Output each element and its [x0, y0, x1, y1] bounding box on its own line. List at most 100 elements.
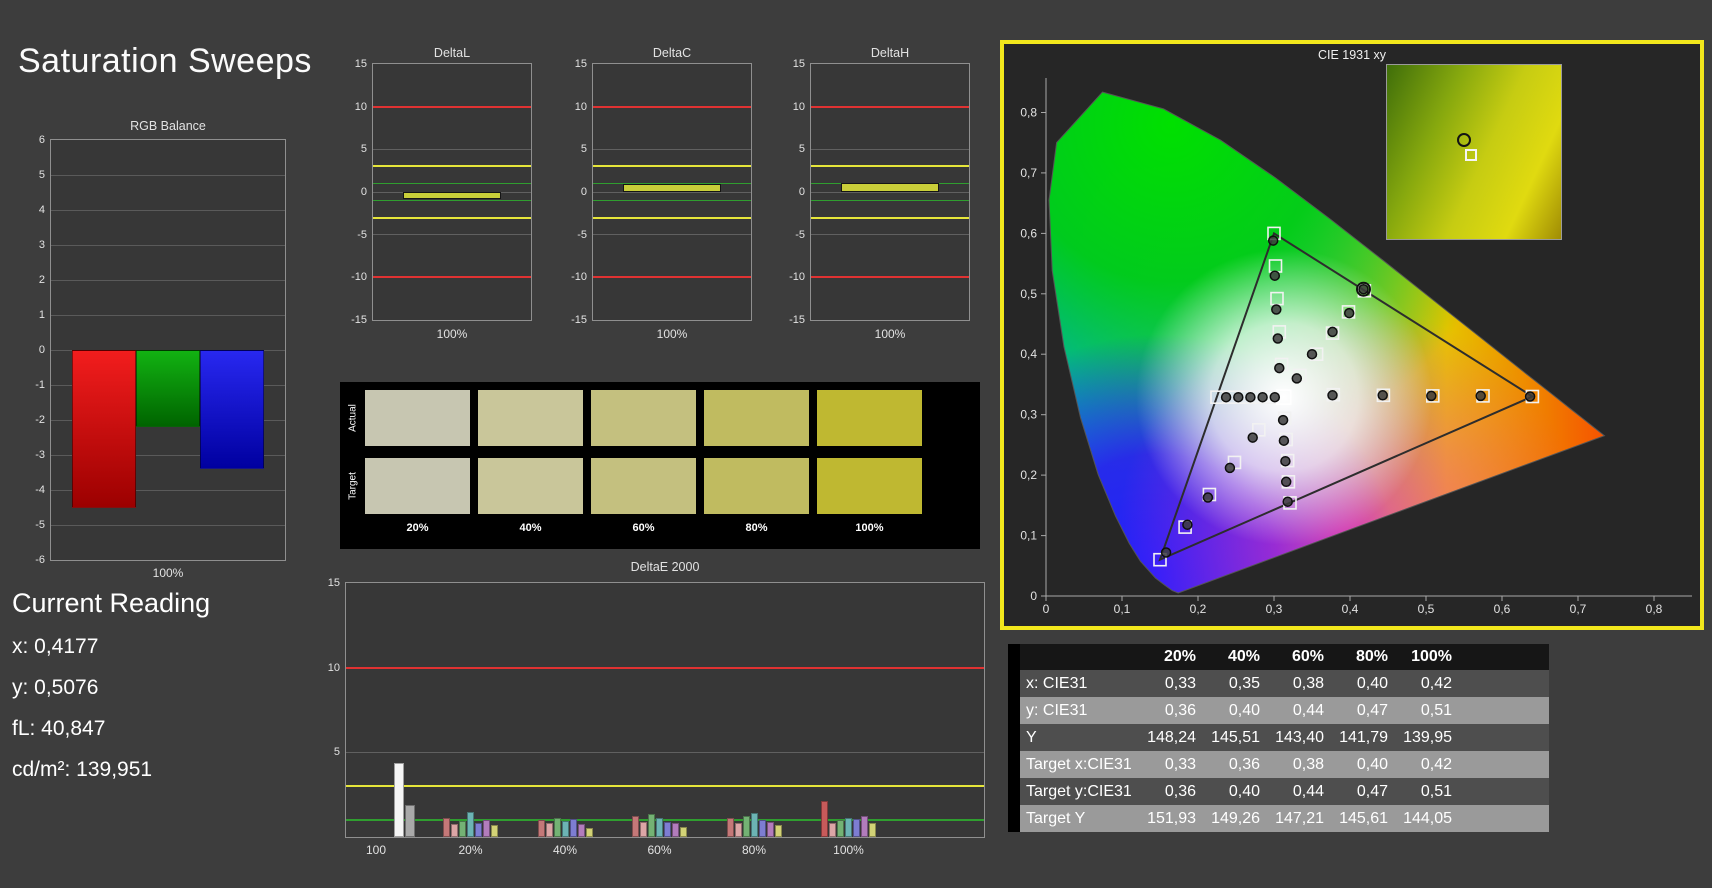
cie-y-tick: 0,4 — [1020, 347, 1037, 361]
table-cell: 148,24 — [1147, 729, 1196, 746]
gridline — [51, 524, 285, 526]
deltae-bar — [545, 822, 553, 837]
delta-h-plot: 15 10 5 0 -5 -10 -15 — [789, 58, 970, 326]
table-header-cell: 100% — [1411, 648, 1452, 665]
gridline — [373, 234, 531, 236]
deltae-bar — [632, 815, 639, 837]
y-tick-label: 15 — [354, 58, 367, 70]
measured-point — [1220, 391, 1232, 403]
row-label: Target Y — [1026, 810, 1086, 827]
swatch-actual-100% — [817, 390, 922, 446]
swatch-col-label: 60% — [632, 522, 655, 534]
limit-green — [811, 200, 969, 202]
cie-x-tick: 0,1 — [1114, 602, 1131, 616]
rgb-balance-xlabel: 100% — [152, 566, 184, 580]
delta-h-xlabel: 100% — [874, 327, 906, 341]
table-row: x: CIE31 0,33 0,35 0,38 0,40 0,42 — [1008, 670, 1549, 697]
measured-point — [1245, 391, 1256, 403]
color-swatch-panel: Actual Target 20% 40% 60% 80% 100% — [340, 382, 980, 549]
row-indicator — [1008, 778, 1020, 805]
cie-horseshoe — [1049, 92, 1605, 593]
row-indicator — [1008, 724, 1020, 751]
deltae-bar — [585, 827, 593, 837]
x-tick-label: 20% — [458, 843, 483, 857]
deltae-bar — [537, 820, 545, 837]
measured-point — [1182, 519, 1193, 530]
deltae-bar — [837, 820, 844, 837]
y-tick-label: 10 — [327, 661, 340, 674]
table-cell: 145,61 — [1339, 810, 1388, 827]
table-cell: 0,40 — [1356, 675, 1388, 692]
swatch-row-label: Target — [347, 472, 359, 500]
limit-yellow — [346, 785, 984, 788]
deltae-bar — [750, 813, 758, 837]
measured-point — [1524, 391, 1536, 402]
deltae-bar — [869, 822, 876, 837]
table-row: Target x:CIE31 0,33 0,36 0,38 0,40 0,42 — [1008, 751, 1549, 778]
table-cell: 149,26 — [1211, 810, 1260, 827]
table-row: Target y:CIE31 0,36 0,40 0,44 0,47 0,51 — [1008, 778, 1549, 805]
deltae-bar — [475, 823, 482, 837]
swatch-target-100% — [817, 458, 922, 514]
cie-1931-chart: CIE 1931 xy 0 0,1 0,2 0,3 0,4 0,5 0,6 0,7 0,8 0 0,… — [1000, 40, 1704, 630]
current-reading-x: x: 0,4177 — [12, 635, 99, 658]
delta-l-xlabel: 100% — [436, 327, 468, 341]
limit-yellow — [593, 165, 751, 168]
x-tick-label: 80% — [741, 843, 767, 857]
current-reading-y: y: 0,5076 — [12, 676, 99, 699]
swatch-col-label: 40% — [519, 522, 542, 534]
measured-point — [1343, 307, 1355, 319]
gridline — [811, 234, 969, 236]
measured-point — [1475, 390, 1486, 402]
y-tick-label: -10 — [571, 271, 587, 284]
gridline — [593, 234, 751, 236]
table-cell: 0,42 — [1420, 756, 1452, 773]
swatch-actual-20% — [365, 390, 470, 446]
row-indicator — [1008, 697, 1020, 724]
table-cell: 0,51 — [1420, 702, 1452, 719]
delta-c-chart: DeltaC 15 10 5 0 -5 -10 -15 100% — [568, 46, 752, 346]
measured-point — [1358, 283, 1369, 295]
gridline — [373, 148, 531, 150]
y-tick-label: 5 — [580, 143, 587, 156]
cie-x-tick: 0,8 — [1646, 602, 1663, 616]
table-header-cell: 60% — [1291, 648, 1324, 665]
deltae-bar — [467, 812, 474, 837]
row-indicator — [1008, 805, 1020, 832]
x-tick-label: 40% — [552, 843, 578, 857]
measured-point — [1247, 432, 1258, 443]
rgb-balance-plot: 6 5 4 3 2 1 0 -1 -2 -3 -4 -5 -6 — [35, 134, 286, 566]
deltae-bar — [680, 826, 687, 837]
y-tick-label: 0 — [38, 344, 45, 356]
row-label: Target x:CIE31 — [1026, 756, 1132, 773]
table-cell: 0,40 — [1228, 702, 1260, 719]
y-tick-label: -6 — [35, 554, 45, 566]
delta-e-plot: 15 10 5 100 20% 40% 60% 80% 100% — [328, 577, 985, 857]
measured-point — [1426, 390, 1437, 402]
y-tick-label: -1 — [35, 379, 45, 391]
deltae-bar — [758, 820, 766, 837]
cie-x-tick: 0,3 — [1266, 602, 1283, 616]
measurement-table: 20% 40% 60% 80% 100% x: CIE31 0,33 0,35 0,38 0,40… — [1008, 644, 1549, 832]
gridline — [51, 314, 285, 316]
measured-point — [1280, 476, 1292, 488]
cie-y-tick: 0,1 — [1020, 529, 1037, 543]
x-tick-label: 100 — [365, 843, 387, 857]
cie-y-tick: 0,7 — [1020, 166, 1037, 180]
current-reading: Current Reading x: 0,4177 y: 0,5076 fL: … — [12, 588, 322, 799]
inset-measured-circle — [1457, 133, 1471, 147]
y-tick-label: 4 — [38, 204, 45, 216]
y-tick-label: 1 — [38, 309, 45, 321]
row-indicator — [1008, 670, 1020, 697]
table-header-row: 20% 40% 60% 80% 100% — [1008, 644, 1549, 670]
limit-yellow — [373, 165, 531, 168]
swatch-target-20% — [365, 458, 470, 514]
deltae-bar — [774, 825, 782, 837]
measured-point — [1282, 496, 1293, 507]
deltae-bar — [640, 821, 647, 837]
rgb-bar-red — [72, 350, 136, 508]
gridline — [51, 209, 285, 211]
gridline — [51, 244, 285, 246]
y-tick-label: -4 — [35, 484, 45, 496]
y-tick-label: 2 — [38, 274, 45, 286]
